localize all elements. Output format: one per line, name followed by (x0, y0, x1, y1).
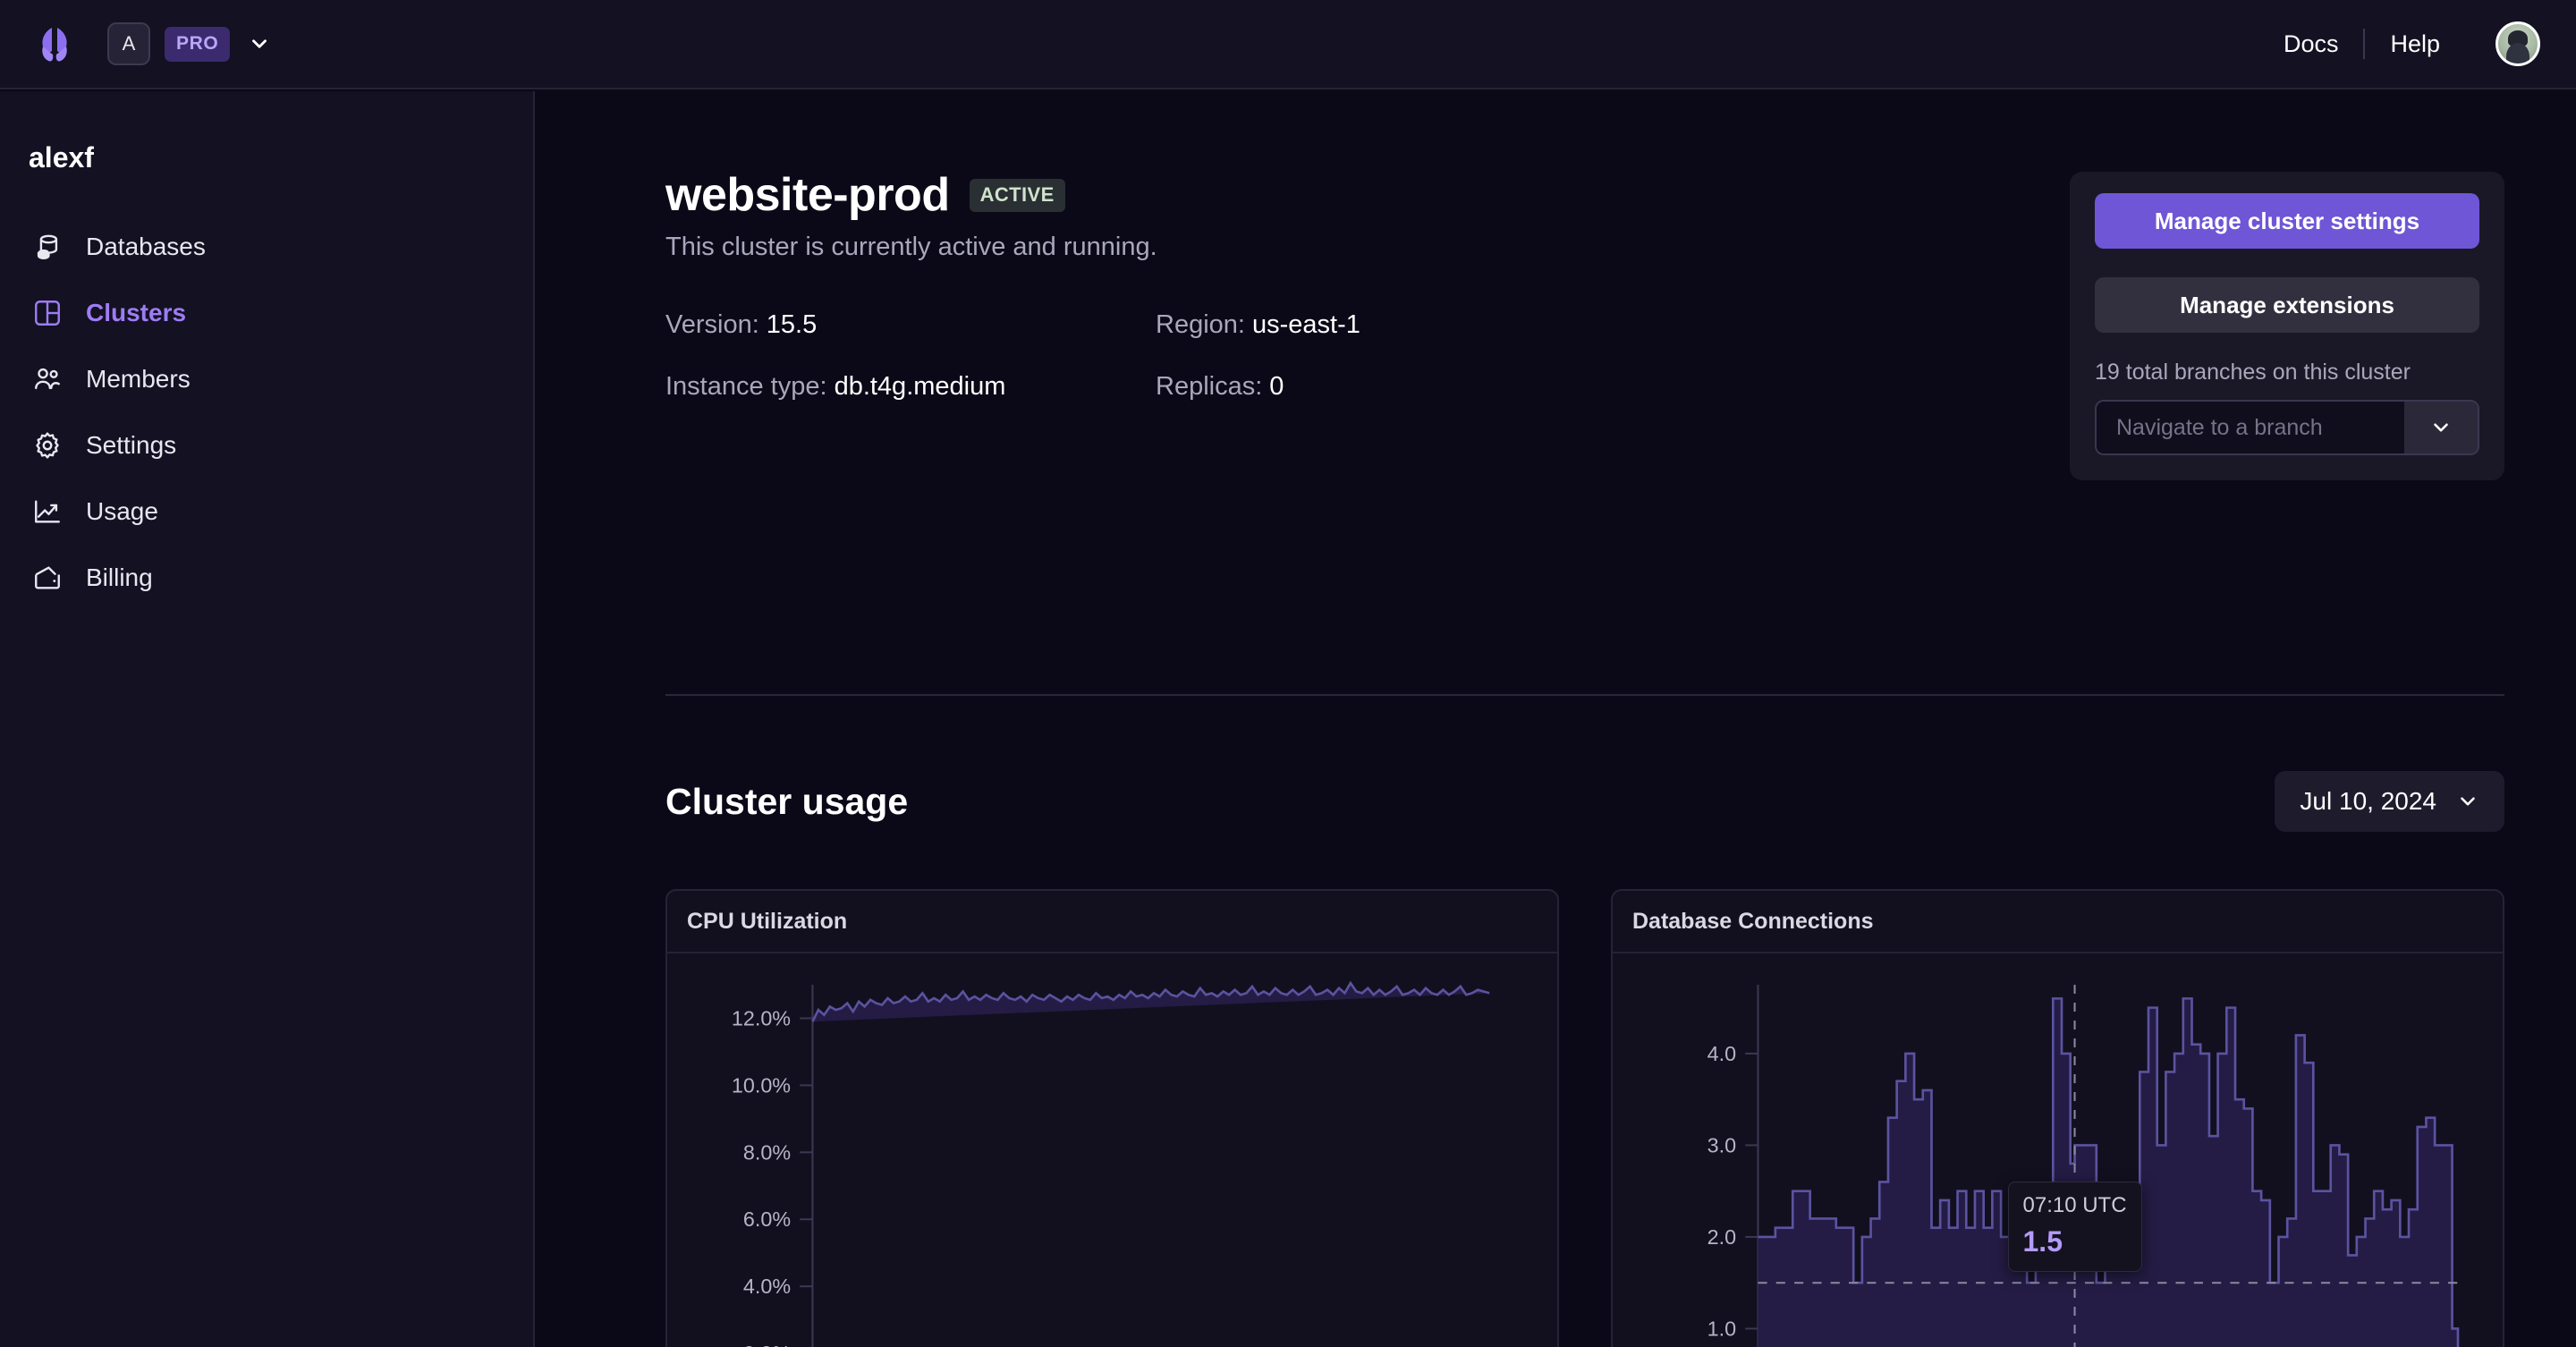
wallet-icon (32, 563, 63, 593)
cpu-card-title: CPU Utilization (687, 909, 847, 935)
meta-value: 0 (1269, 372, 1284, 401)
topbar-right-group: Docs Help (2258, 21, 2540, 66)
meta-label: Replicas: (1156, 372, 1262, 401)
sidebar-item-label: Usage (86, 497, 158, 526)
plan-badge: PRO (165, 27, 230, 62)
docs-link[interactable]: Docs (2258, 30, 2364, 58)
database-icon (32, 232, 63, 262)
sidebar: alexf Databases Clusters (0, 91, 535, 1347)
avatar[interactable] (2496, 21, 2540, 66)
sidebar-item-databases[interactable]: Databases (0, 214, 533, 280)
usage-title: Cluster usage (665, 781, 908, 823)
svg-text:2.0: 2.0 (1707, 1225, 1736, 1249)
meta-label: Instance type: (665, 372, 827, 401)
svg-text:4.0: 4.0 (1707, 1042, 1736, 1065)
sidebar-item-label: Settings (86, 431, 176, 460)
sidebar-item-usage[interactable]: Usage (0, 479, 533, 545)
svg-text:12.0%: 12.0% (732, 1007, 791, 1030)
clusters-grid-icon (32, 298, 63, 328)
plan-badge-label: PRO (176, 33, 218, 54)
branch-search-input[interactable] (2097, 402, 2404, 453)
account-initial-label: A (123, 32, 136, 55)
account-initial-avatar[interactable]: A (107, 22, 150, 65)
chevron-down-icon[interactable] (248, 32, 271, 55)
trend-up-chart-icon (32, 496, 63, 527)
sidebar-item-label: Billing (86, 563, 153, 592)
chevron-down-icon (2456, 790, 2479, 813)
app-root: A PRO Docs Help alexf Databases (0, 0, 2576, 1347)
chart-tooltip: 07:10 UTC 1.5 (2008, 1182, 2142, 1272)
manage-cluster-settings-button[interactable]: Manage cluster settings (2095, 193, 2479, 249)
cpu-card-header: CPU Utilization (667, 891, 1557, 953)
db-step-area-chart[interactable]: 0.01.02.03.04.002:0005:0008:0011:0014:00 (1613, 953, 2503, 1347)
database-connections-card: Database Connections 0.01.02.03.04.002:0… (1611, 889, 2504, 1347)
sidebar-item-members[interactable]: Members (0, 346, 533, 412)
meta-label: Region: (1156, 310, 1245, 339)
sidebar-item-label: Clusters (86, 299, 186, 327)
cluster-actions-card: Manage cluster settings Manage extension… (2070, 172, 2504, 480)
sidebar-item-label: Members (86, 365, 191, 394)
db-chart-body[interactable]: 0.01.02.03.04.002:0005:0008:0011:0014:00… (1613, 953, 2503, 1347)
date-range-picker[interactable]: Jul 10, 2024 (2275, 771, 2504, 832)
cpu-chart-body[interactable]: 0.0%2.0%4.0%6.0%8.0%10.0%12.0%02:0005:00… (667, 953, 1557, 1347)
cluster-header: website-prod ACTIVE This cluster is curr… (537, 91, 2576, 402)
top-navigation-bar: A PRO Docs Help (0, 0, 2576, 89)
cpu-area-chart[interactable]: 0.0%2.0%4.0%6.0%8.0%10.0%12.0%02:0005:00… (667, 953, 1557, 1347)
members-icon (32, 364, 63, 394)
meta-value: db.t4g.medium (835, 372, 1006, 401)
cpu-utilization-card: CPU Utilization 0.0%2.0%4.0%6.0%8.0%10.0… (665, 889, 1559, 1347)
gear-icon (32, 430, 63, 461)
svg-text:10.0%: 10.0% (732, 1074, 791, 1097)
db-card-title: Database Connections (1632, 909, 1874, 935)
sidebar-item-billing[interactable]: Billing (0, 545, 533, 611)
section-divider (665, 694, 2504, 696)
tooltip-value: 1.5 (2023, 1225, 2127, 1258)
status-badge: ACTIVE (970, 179, 1065, 212)
meta-label: Version: (665, 310, 759, 339)
svg-text:4.0%: 4.0% (743, 1275, 791, 1298)
meta-value: us-east-1 (1252, 310, 1360, 339)
svg-text:2.0%: 2.0% (743, 1342, 791, 1347)
help-link[interactable]: Help (2365, 30, 2465, 58)
branch-dropdown-toggle[interactable] (2404, 402, 2478, 453)
tooltip-time: 07:10 UTC (2023, 1193, 2127, 1218)
svg-text:6.0%: 6.0% (743, 1207, 791, 1231)
sidebar-item-clusters[interactable]: Clusters (0, 280, 533, 346)
branch-count-text: 19 total branches on this cluster (2095, 360, 2479, 385)
branch-navigator (2095, 400, 2479, 455)
sidebar-item-settings[interactable]: Settings (0, 412, 533, 479)
meta-replicas: Replicas:0 (1156, 372, 1649, 402)
svg-text:8.0%: 8.0% (743, 1140, 791, 1164)
meta-region: Region:us-east-1 (1156, 310, 1649, 340)
sidebar-item-label: Databases (86, 233, 206, 261)
manage-extensions-button[interactable]: Manage extensions (2095, 277, 2479, 333)
chevron-down-icon (2429, 416, 2453, 439)
db-card-header: Database Connections (1613, 891, 2503, 953)
butterfly-logo[interactable] (34, 25, 75, 63)
cluster-meta-grid: Version: 15.5 Region:us-east-1 Instance t… (665, 310, 1649, 402)
org-name: alexf (29, 141, 533, 174)
meta-instance-type: Instance type: db.t4g.medium (665, 372, 1156, 402)
date-range-label: Jul 10, 2024 (2300, 787, 2436, 816)
svg-text:1.0: 1.0 (1707, 1317, 1736, 1341)
page-title: website-prod (665, 168, 950, 222)
usage-section-header: Cluster usage Jul 10, 2024 (665, 771, 2504, 832)
usage-charts-row: CPU Utilization 0.0%2.0%4.0%6.0%8.0%10.0… (665, 889, 2504, 1347)
meta-value: 15.5 (767, 310, 817, 339)
main-content: website-prod ACTIVE This cluster is curr… (537, 91, 2576, 1347)
svg-text:3.0: 3.0 (1707, 1134, 1736, 1157)
meta-version: Version: 15.5 (665, 310, 1156, 340)
